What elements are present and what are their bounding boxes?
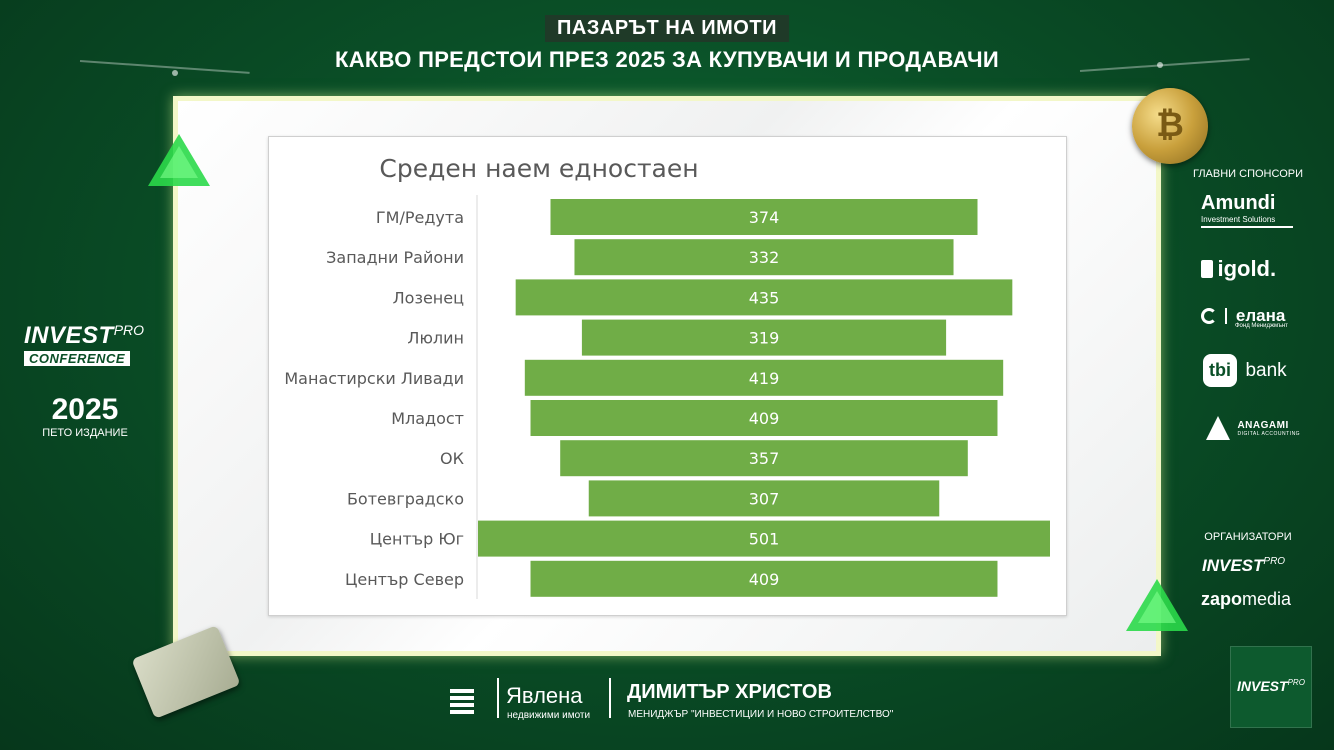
bitcoin-coin-icon: ₿ bbox=[1132, 88, 1208, 164]
green-pyramid-icon bbox=[148, 134, 210, 186]
tbi-badge: tbi bbox=[1203, 354, 1237, 387]
organizers-heading: ОРГАНИЗАТОРИ bbox=[1204, 531, 1292, 543]
conference-year: 2025 bbox=[51, 393, 119, 426]
sponsor-tbi-logo: tbi bank bbox=[1203, 354, 1287, 387]
category-label: Ботевградско bbox=[347, 489, 464, 508]
bar-value-label: 409 bbox=[749, 409, 780, 428]
category-label: Младост bbox=[391, 409, 464, 428]
category-label: Манастирски Ливади bbox=[284, 369, 464, 388]
header-title: КАКВО ПРЕДСТОИ ПРЕЗ 2025 ЗА КУПУВАЧИ И П… bbox=[334, 47, 1000, 72]
zapo-text: zapo bbox=[1201, 589, 1243, 609]
category-label: Център Юг bbox=[370, 530, 464, 549]
bar-value-label: 501 bbox=[749, 530, 780, 549]
media-text: media bbox=[1242, 589, 1292, 609]
bar-value-label: 435 bbox=[749, 288, 780, 307]
bar-value-label: 409 bbox=[749, 570, 780, 589]
speaker-name: ДИМИТЪР ХРИСТОВ bbox=[627, 681, 832, 703]
elana-divider bbox=[1225, 308, 1228, 324]
corner-invest-text: INVEST bbox=[1237, 678, 1288, 694]
organizer-zapomedia-logo: zapomedia bbox=[1201, 589, 1291, 610]
category-label: Люлин bbox=[407, 329, 464, 348]
footer-divider bbox=[609, 678, 611, 718]
sponsor-elana-logo: елана Фонд Мениджмънт bbox=[1201, 306, 1288, 329]
corner-invest-logo: INVESTPRO bbox=[1237, 678, 1305, 696]
logo-pro-text: PRO bbox=[113, 322, 145, 338]
category-label: ГМ/Редута bbox=[376, 208, 464, 227]
sponsor-anagami-logo: ANAGAMI DIGITAL ACCOUNTING bbox=[1206, 416, 1300, 440]
elana-subtitle: Фонд Мениджмънт bbox=[1235, 323, 1288, 329]
bar-value-label: 374 bbox=[749, 208, 780, 227]
bar-value-label: 319 bbox=[749, 329, 780, 348]
organizer-invest-text: INVEST bbox=[1202, 556, 1264, 575]
amundi-subtitle: Investment Solutions bbox=[1201, 215, 1276, 224]
bar-chart: Среден наем едностаен ГМ/Редута 374 Западн… bbox=[284, 154, 1050, 599]
green-pyramid-icon bbox=[1126, 579, 1188, 631]
category-label: Център Север bbox=[345, 570, 464, 589]
tbi-bank-text: bank bbox=[1245, 360, 1287, 381]
amundi-name: Amundi bbox=[1201, 192, 1276, 214]
footer-brand-subtitle: недвижими имоти bbox=[507, 710, 591, 721]
bar-value-label: 357 bbox=[749, 449, 780, 468]
anagami-mark-icon bbox=[1206, 416, 1230, 440]
organizer-invest-pro-logo: INVESTPRO bbox=[1202, 556, 1285, 576]
sponsors-heading: ГЛАВНИ СПОНСОРИ bbox=[1193, 168, 1303, 180]
category-label: Западни Райони bbox=[326, 248, 464, 267]
bar-value-label: 307 bbox=[749, 489, 780, 508]
speaker-role: МЕНИДЖЪР "ИНВЕСТИЦИИ И НОВО СТРОИТЕЛСТВО… bbox=[628, 709, 894, 720]
footer-divider bbox=[497, 678, 499, 718]
corner-invest-badge: INVESTPRO bbox=[1230, 646, 1312, 728]
bar-value-label: 332 bbox=[749, 248, 780, 267]
anagami-subtitle: DIGITAL ACCOUNTING bbox=[1237, 430, 1301, 437]
sponsor-igold-logo: igold. bbox=[1201, 256, 1276, 282]
header-kicker: ПАЗАРЪТ НА ИМОТИ bbox=[545, 15, 789, 42]
elana-mark-icon bbox=[1201, 308, 1217, 324]
conference-edition: ПЕТО ИЗДАНИЕ bbox=[42, 427, 128, 439]
organizer-pro-text: PRO bbox=[1263, 556, 1286, 567]
footer-brand: Явлена bbox=[506, 683, 583, 708]
chart-card: Среден наем едностаен ГМ/Редута 374 Западн… bbox=[268, 136, 1067, 616]
anagami-text-group: ANAGAMI DIGITAL ACCOUNTING bbox=[1237, 420, 1300, 437]
chart-title: Среден наем едностаен bbox=[379, 154, 698, 183]
bar-value-label: 419 bbox=[749, 369, 780, 388]
category-label: ОК bbox=[440, 449, 465, 468]
yavlena-logo-icon bbox=[450, 689, 474, 714]
anagami-name: ANAGAMI bbox=[1237, 419, 1289, 431]
igold-mark-icon bbox=[1201, 260, 1213, 278]
invest-pro-conference-logo: INVESTPRO CONFERENCE bbox=[24, 322, 149, 368]
corner-pro-text: PRO bbox=[1287, 678, 1305, 687]
logo-conference-text: CONFERENCE bbox=[24, 351, 131, 366]
category-label: Лозенец bbox=[393, 288, 464, 307]
logo-invest-text: INVEST bbox=[24, 322, 114, 349]
sponsor-amundi-logo: Amundi Investment Solutions bbox=[1201, 192, 1293, 228]
chart-body: ГМ/Редута 374 Западни Райони 332 Лозенец 435 Л… bbox=[284, 195, 1050, 599]
igold-name: igold. bbox=[1217, 256, 1277, 281]
